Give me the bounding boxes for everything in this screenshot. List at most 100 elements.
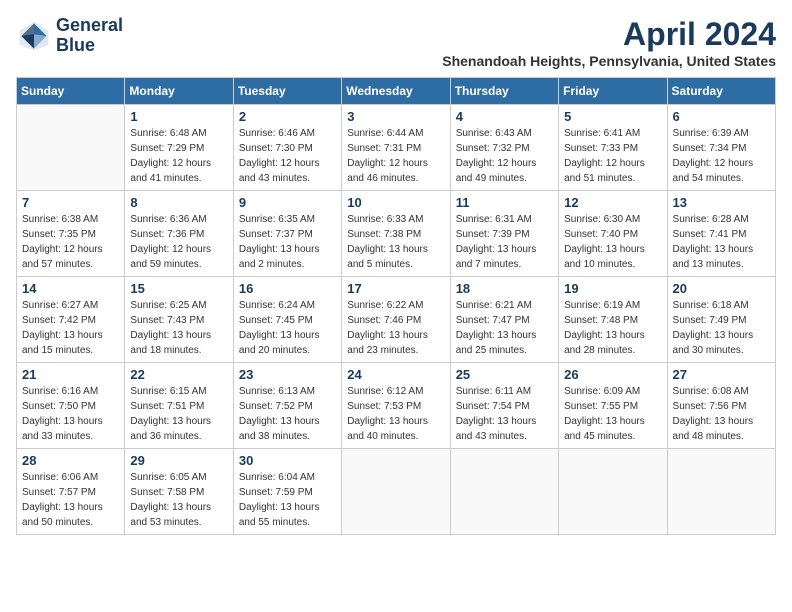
day-number: 8 <box>130 195 227 210</box>
day-info: Sunrise: 6:27 AM Sunset: 7:42 PM Dayligh… <box>22 298 119 358</box>
page-header: General Blue April 2024 Shenandoah Heigh… <box>16 16 776 69</box>
calendar-cell: 18 Sunrise: 6:21 AM Sunset: 7:47 PM Dayli… <box>450 277 558 363</box>
calendar-cell: 28Sunrise: 6:06 AM Sunset: 7:57 PM Dayli… <box>17 449 125 535</box>
day-number: 24 <box>347 367 444 382</box>
day-info: Sunrise: 6:04 AM Sunset: 7:59 PM Dayligh… <box>239 470 336 530</box>
day-info: Sunrise: 6:05 AM Sunset: 7:58 PM Dayligh… <box>130 470 227 530</box>
day-info: Sunrise: 6:09 AM Sunset: 7:55 PM Dayligh… <box>564 384 661 444</box>
day-number: 14 <box>22 281 119 296</box>
day-number: 20 <box>673 281 770 296</box>
day-info: Sunrise: 6:44 AM Sunset: 7:31 PM Dayligh… <box>347 126 444 186</box>
calendar-cell: 12 Sunrise: 6:30 AM Sunset: 7:40 PM Dayli… <box>559 191 667 277</box>
day-number: 30 <box>239 453 336 468</box>
calendar-cell: 29 Sunrise: 6:05 AM Sunset: 7:58 PM Dayli… <box>125 449 233 535</box>
day-number: 3 <box>347 109 444 124</box>
day-number: 6 <box>673 109 770 124</box>
day-number: 4 <box>456 109 553 124</box>
calendar-cell: 15 Sunrise: 6:25 AM Sunset: 7:43 PM Dayli… <box>125 277 233 363</box>
calendar-cell: 2Sunrise: 6:46 AM Sunset: 7:30 PM Daylig… <box>233 105 341 191</box>
day-info: Sunrise: 6:36 AM Sunset: 7:36 PM Dayligh… <box>130 212 227 272</box>
calendar-cell: 20 Sunrise: 6:18 AM Sunset: 7:49 PM Dayli… <box>667 277 775 363</box>
day-number: 17 <box>347 281 444 296</box>
location: Shenandoah Heights, Pennsylvania, United… <box>442 53 776 69</box>
weekday-header-monday: Monday <box>125 78 233 105</box>
calendar-cell <box>667 449 775 535</box>
calendar-cell: 19 Sunrise: 6:19 AM Sunset: 7:48 PM Dayli… <box>559 277 667 363</box>
day-number: 25 <box>456 367 553 382</box>
day-info: Sunrise: 6:24 AM Sunset: 7:45 PM Dayligh… <box>239 298 336 358</box>
day-info: Sunrise: 6:48 AM Sunset: 7:29 PM Dayligh… <box>130 126 227 186</box>
calendar-cell: 27 Sunrise: 6:08 AM Sunset: 7:56 PM Dayli… <box>667 363 775 449</box>
day-number: 13 <box>673 195 770 210</box>
day-number: 9 <box>239 195 336 210</box>
calendar-cell: 25 Sunrise: 6:11 AM Sunset: 7:54 PM Dayli… <box>450 363 558 449</box>
calendar-week-2: 7Sunrise: 6:38 AM Sunset: 7:35 PM Daylig… <box>17 191 776 277</box>
day-number: 26 <box>564 367 661 382</box>
calendar-cell: 23 Sunrise: 6:13 AM Sunset: 7:52 PM Dayli… <box>233 363 341 449</box>
calendar-week-3: 14 Sunrise: 6:27 AM Sunset: 7:42 PM Dayli… <box>17 277 776 363</box>
calendar-cell: 7Sunrise: 6:38 AM Sunset: 7:35 PM Daylig… <box>17 191 125 277</box>
calendar-cell: 24 Sunrise: 6:12 AM Sunset: 7:53 PM Dayli… <box>342 363 450 449</box>
title-block: April 2024 Shenandoah Heights, Pennsylva… <box>442 16 776 69</box>
logo: General Blue <box>16 16 123 56</box>
weekday-header-tuesday: Tuesday <box>233 78 341 105</box>
day-info: Sunrise: 6:21 AM Sunset: 7:47 PM Dayligh… <box>456 298 553 358</box>
calendar-week-5: 28Sunrise: 6:06 AM Sunset: 7:57 PM Dayli… <box>17 449 776 535</box>
day-number: 23 <box>239 367 336 382</box>
weekday-header-thursday: Thursday <box>450 78 558 105</box>
day-info: Sunrise: 6:46 AM Sunset: 7:30 PM Dayligh… <box>239 126 336 186</box>
day-info: Sunrise: 6:13 AM Sunset: 7:52 PM Dayligh… <box>239 384 336 444</box>
day-number: 19 <box>564 281 661 296</box>
day-number: 1 <box>130 109 227 124</box>
day-info: Sunrise: 6:30 AM Sunset: 7:40 PM Dayligh… <box>564 212 661 272</box>
day-number: 27 <box>673 367 770 382</box>
day-info: Sunrise: 6:08 AM Sunset: 7:56 PM Dayligh… <box>673 384 770 444</box>
calendar-cell <box>450 449 558 535</box>
day-number: 10 <box>347 195 444 210</box>
calendar-week-4: 21 Sunrise: 6:16 AM Sunset: 7:50 PM Dayli… <box>17 363 776 449</box>
day-info: Sunrise: 6:33 AM Sunset: 7:38 PM Dayligh… <box>347 212 444 272</box>
weekday-header-saturday: Saturday <box>667 78 775 105</box>
calendar-cell: 10 Sunrise: 6:33 AM Sunset: 7:38 PM Dayli… <box>342 191 450 277</box>
day-info: Sunrise: 6:31 AM Sunset: 7:39 PM Dayligh… <box>456 212 553 272</box>
day-number: 16 <box>239 281 336 296</box>
day-info: Sunrise: 6:11 AM Sunset: 7:54 PM Dayligh… <box>456 384 553 444</box>
day-info: Sunrise: 6:15 AM Sunset: 7:51 PM Dayligh… <box>130 384 227 444</box>
day-info: Sunrise: 6:22 AM Sunset: 7:46 PM Dayligh… <box>347 298 444 358</box>
day-number: 29 <box>130 453 227 468</box>
calendar-cell: 14 Sunrise: 6:27 AM Sunset: 7:42 PM Dayli… <box>17 277 125 363</box>
day-number: 21 <box>22 367 119 382</box>
calendar-cell <box>342 449 450 535</box>
calendar-cell: 17 Sunrise: 6:22 AM Sunset: 7:46 PM Dayli… <box>342 277 450 363</box>
day-info: Sunrise: 6:12 AM Sunset: 7:53 PM Dayligh… <box>347 384 444 444</box>
calendar-cell: 13Sunrise: 6:28 AM Sunset: 7:41 PM Dayli… <box>667 191 775 277</box>
day-number: 22 <box>130 367 227 382</box>
day-number: 12 <box>564 195 661 210</box>
day-info: Sunrise: 6:43 AM Sunset: 7:32 PM Dayligh… <box>456 126 553 186</box>
weekday-header-wednesday: Wednesday <box>342 78 450 105</box>
calendar-table: SundayMondayTuesdayWednesdayThursdayFrid… <box>16 77 776 535</box>
day-number: 15 <box>130 281 227 296</box>
calendar-cell: 9Sunrise: 6:35 AM Sunset: 7:37 PM Daylig… <box>233 191 341 277</box>
calendar-cell: 1 Sunrise: 6:48 AM Sunset: 7:29 PM Daylig… <box>125 105 233 191</box>
calendar-cell <box>559 449 667 535</box>
day-number: 11 <box>456 195 553 210</box>
day-info: Sunrise: 6:41 AM Sunset: 7:33 PM Dayligh… <box>564 126 661 186</box>
calendar-cell: 11 Sunrise: 6:31 AM Sunset: 7:39 PM Dayli… <box>450 191 558 277</box>
weekday-header-sunday: Sunday <box>17 78 125 105</box>
weekday-header-friday: Friday <box>559 78 667 105</box>
day-number: 28 <box>22 453 119 468</box>
day-info: Sunrise: 6:19 AM Sunset: 7:48 PM Dayligh… <box>564 298 661 358</box>
day-info: Sunrise: 6:16 AM Sunset: 7:50 PM Dayligh… <box>22 384 119 444</box>
calendar-cell: 4 Sunrise: 6:43 AM Sunset: 7:32 PM Daylig… <box>450 105 558 191</box>
calendar-cell <box>17 105 125 191</box>
calendar-cell: 30 Sunrise: 6:04 AM Sunset: 7:59 PM Dayli… <box>233 449 341 535</box>
calendar-cell: 8 Sunrise: 6:36 AM Sunset: 7:36 PM Daylig… <box>125 191 233 277</box>
day-info: Sunrise: 6:25 AM Sunset: 7:43 PM Dayligh… <box>130 298 227 358</box>
logo-line1: General <box>56 16 123 36</box>
day-info: Sunrise: 6:18 AM Sunset: 7:49 PM Dayligh… <box>673 298 770 358</box>
calendar-cell: 16 Sunrise: 6:24 AM Sunset: 7:45 PM Dayli… <box>233 277 341 363</box>
day-number: 7 <box>22 195 119 210</box>
day-number: 18 <box>456 281 553 296</box>
month-title: April 2024 <box>442 16 776 53</box>
